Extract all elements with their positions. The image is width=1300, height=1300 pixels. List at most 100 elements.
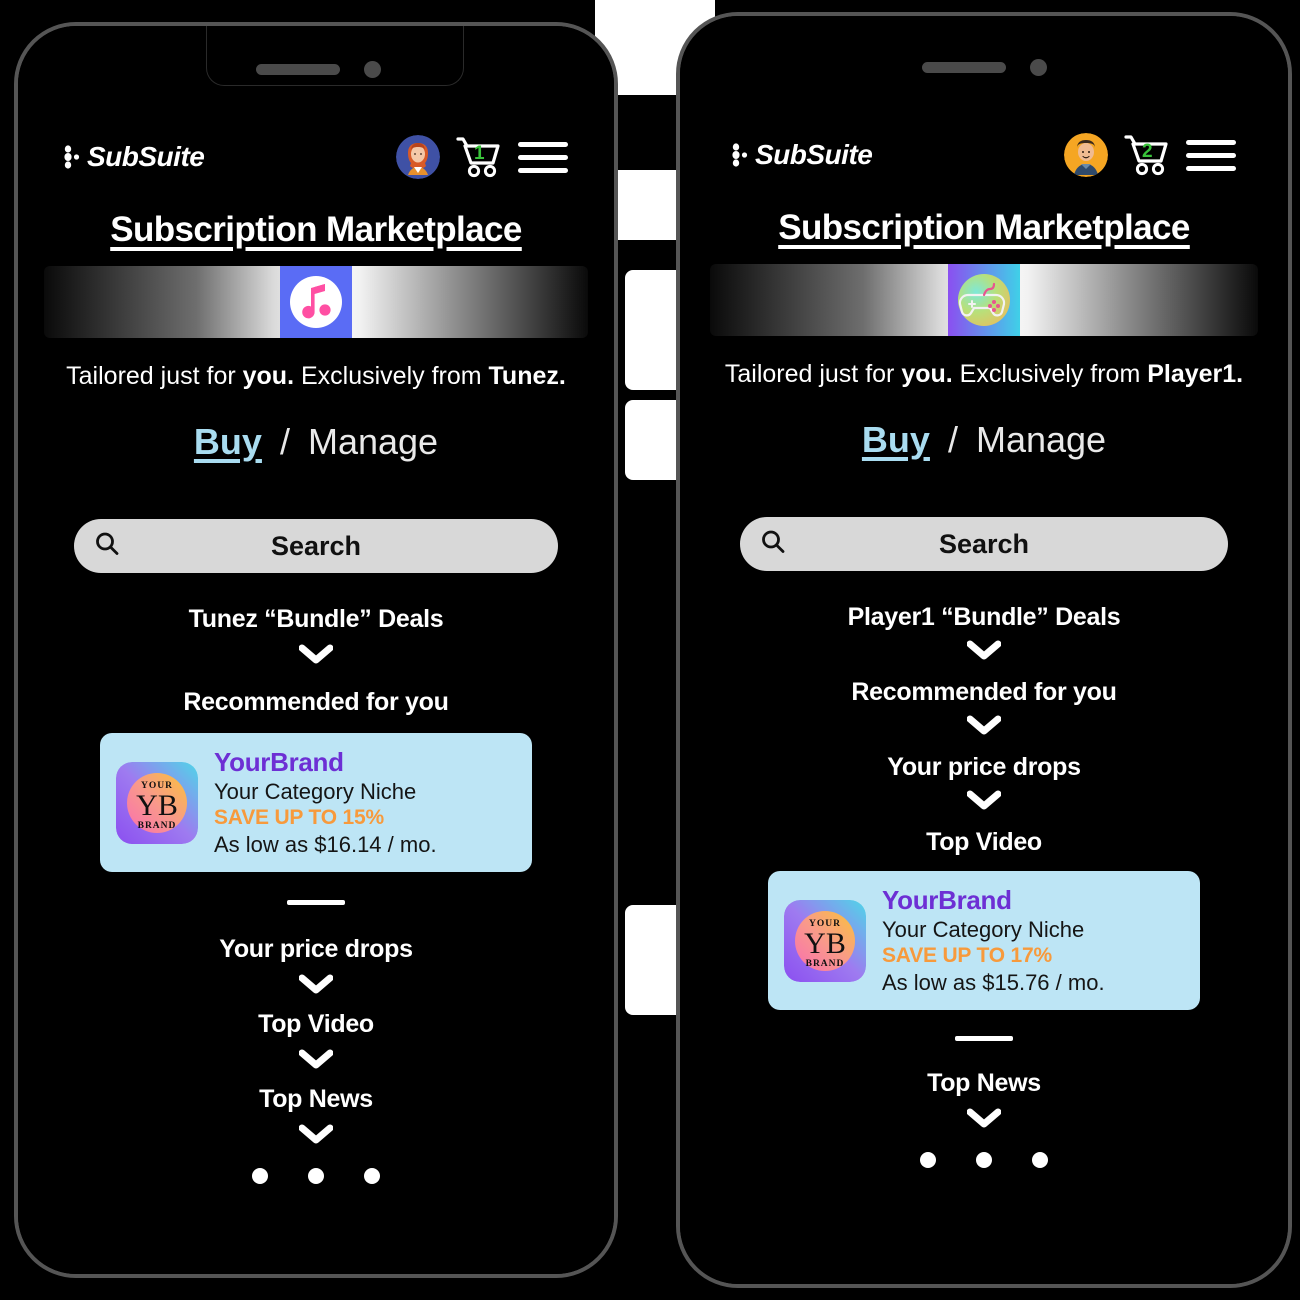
pagination-dots xyxy=(680,1152,1288,1169)
brand-banner xyxy=(710,264,1258,336)
product-save-badge: SAVE UP TO 17% xyxy=(882,943,1052,967)
screen-left: SubSuite 1 Subscription Marketplace Tail… xyxy=(18,26,614,1274)
buy-manage-tabs: Buy / Manage xyxy=(680,419,1288,461)
brand-logo[interactable]: SubSuite xyxy=(64,141,205,173)
tab-separator: / xyxy=(279,421,290,462)
screen-right: SubSuite 2 Subscription Marketplace Tail… xyxy=(680,16,1288,1284)
product-brand-name: YourBrand xyxy=(882,885,1012,915)
search-label: Search xyxy=(938,528,1030,559)
pagination-dot[interactable] xyxy=(920,1152,936,1169)
chevron-down-icon[interactable] xyxy=(18,1049,614,1069)
chevron-down-icon[interactable] xyxy=(680,790,1288,810)
subsuite-mark-icon xyxy=(64,145,80,169)
front-camera xyxy=(1030,59,1047,76)
chevron-down-icon[interactable] xyxy=(680,715,1288,735)
phone-mockup-right: SubSuite 2 Subscription Marketplace Tail… xyxy=(676,12,1292,1288)
product-category: Your Category Niche xyxy=(214,778,417,804)
app-header: SubSuite xyxy=(18,124,614,190)
tab-buy[interactable]: Buy xyxy=(194,421,262,463)
buy-manage-tabs: Buy / Manage xyxy=(18,421,614,463)
search-icon xyxy=(94,531,120,562)
menu-line xyxy=(1186,165,1236,171)
pagination-dot[interactable] xyxy=(976,1152,992,1169)
phone-power-button[interactable] xyxy=(1291,436,1292,576)
banner-brand-icon[interactable] xyxy=(280,266,352,338)
product-card[interactable]: YOUR YB BRAND YourBrand Your Category Ni… xyxy=(100,733,532,873)
tagline-part1: Tailored just for xyxy=(724,360,902,388)
chevron-down-icon[interactable] xyxy=(18,974,614,994)
product-price: As low as $16.14 / mo. xyxy=(214,831,437,857)
brand-banner xyxy=(44,266,588,338)
section-header[interactable]: Top News xyxy=(680,1069,1288,1098)
product-save-badge: SAVE UP TO 15% xyxy=(214,805,384,829)
phone-mockup-left: SubSuite 1 Subscription Marketplace Tail… xyxy=(14,22,618,1278)
phone-power-button[interactable] xyxy=(617,446,618,566)
header-actions: 2 xyxy=(1064,133,1236,177)
section-header[interactable]: Your price drops xyxy=(18,935,614,964)
chevron-down-icon[interactable] xyxy=(680,1108,1288,1128)
section-header[interactable]: Recommended for you xyxy=(680,678,1288,707)
section-header[interactable]: Top News xyxy=(18,1085,614,1114)
svg-text:BRAND: BRAND xyxy=(138,821,177,831)
cart-button[interactable]: 2 xyxy=(1122,133,1172,177)
chevron-down-icon[interactable] xyxy=(18,1124,614,1144)
hamburger-menu-button[interactable] xyxy=(1186,139,1236,171)
section-header[interactable]: Your price drops xyxy=(680,753,1288,782)
female-avatar-icon xyxy=(396,135,440,179)
brand-logo-text: SubSuite xyxy=(87,141,205,172)
subsuite-mark-icon xyxy=(732,143,748,167)
menu-line xyxy=(1186,152,1236,158)
tagline: Tailored just for you. Exclusively from … xyxy=(680,360,1288,389)
cart-button[interactable]: 1 xyxy=(454,135,504,179)
section-header[interactable]: Tunez “Bundle” Deals xyxy=(18,605,614,634)
chevron-down-icon[interactable] xyxy=(680,640,1288,660)
phone-volume-up-button[interactable] xyxy=(14,406,15,492)
male-avatar-icon xyxy=(1064,133,1108,177)
search-input[interactable]: Search xyxy=(740,517,1228,571)
product-category: Your Category Niche xyxy=(882,916,1085,942)
tagline-emphasis-you: you. xyxy=(242,362,295,390)
earpiece-speaker xyxy=(922,62,1006,73)
cart-count-badge: 1 xyxy=(474,143,485,164)
tagline-part1: Tailored just for xyxy=(66,362,243,390)
section-header[interactable]: Top Video xyxy=(18,1010,614,1039)
menu-line xyxy=(1186,139,1236,145)
tab-manage[interactable]: Manage xyxy=(976,419,1106,461)
brand-card-logo: YOUR YB BRAND xyxy=(116,761,198,844)
avatar[interactable] xyxy=(396,135,440,179)
brand-card-logo: YOUR YB BRAND xyxy=(784,899,866,982)
hamburger-menu-button[interactable] xyxy=(518,141,568,173)
pagination-dot[interactable] xyxy=(252,1168,268,1185)
header-actions: 1 xyxy=(396,135,568,179)
gamepad-icon xyxy=(948,264,1020,336)
menu-line xyxy=(518,167,568,173)
chevron-down-icon[interactable] xyxy=(18,644,614,664)
product-card[interactable]: YOUR YB BRAND YourBrand Your Category Ni… xyxy=(768,871,1200,1011)
section-header[interactable]: Top Video xyxy=(680,828,1288,857)
svg-text:BRAND: BRAND xyxy=(806,959,845,969)
brand-logo[interactable]: SubSuite xyxy=(732,139,873,171)
product-brand-name: YourBrand xyxy=(214,747,344,777)
pagination-dot[interactable] xyxy=(1032,1152,1048,1169)
tab-buy[interactable]: Buy xyxy=(862,419,930,461)
section-header[interactable]: Recommended for you xyxy=(18,688,614,717)
phone-volume-down-button[interactable] xyxy=(14,516,15,602)
avatar[interactable] xyxy=(1064,133,1108,177)
product-card-body: YourBrand Your Category Niche SAVE UP TO… xyxy=(882,885,1105,996)
app-header: SubSuite xyxy=(680,122,1288,188)
section-header[interactable]: Player1 “Bundle” Deals xyxy=(680,603,1288,632)
section-list-right: Player1 “Bundle” Deals Recommended for y… xyxy=(680,603,1288,1169)
section-divider xyxy=(287,900,345,906)
tagline-emphasis-you: you. xyxy=(901,360,953,388)
search-input[interactable]: Search xyxy=(74,519,558,573)
tab-manage[interactable]: Manage xyxy=(308,421,438,463)
product-card-body: YourBrand Your Category Niche SAVE UP TO… xyxy=(214,747,437,858)
banner-brand-icon[interactable] xyxy=(948,264,1020,336)
search-label: Search xyxy=(270,530,362,561)
section-divider xyxy=(955,1036,1013,1042)
pagination-dot[interactable] xyxy=(308,1168,324,1185)
pagination-dot[interactable] xyxy=(364,1168,380,1185)
page-title: Subscription Marketplace xyxy=(778,208,1190,247)
phone-side-button[interactable] xyxy=(14,316,15,362)
pagination-dots xyxy=(18,1168,614,1185)
